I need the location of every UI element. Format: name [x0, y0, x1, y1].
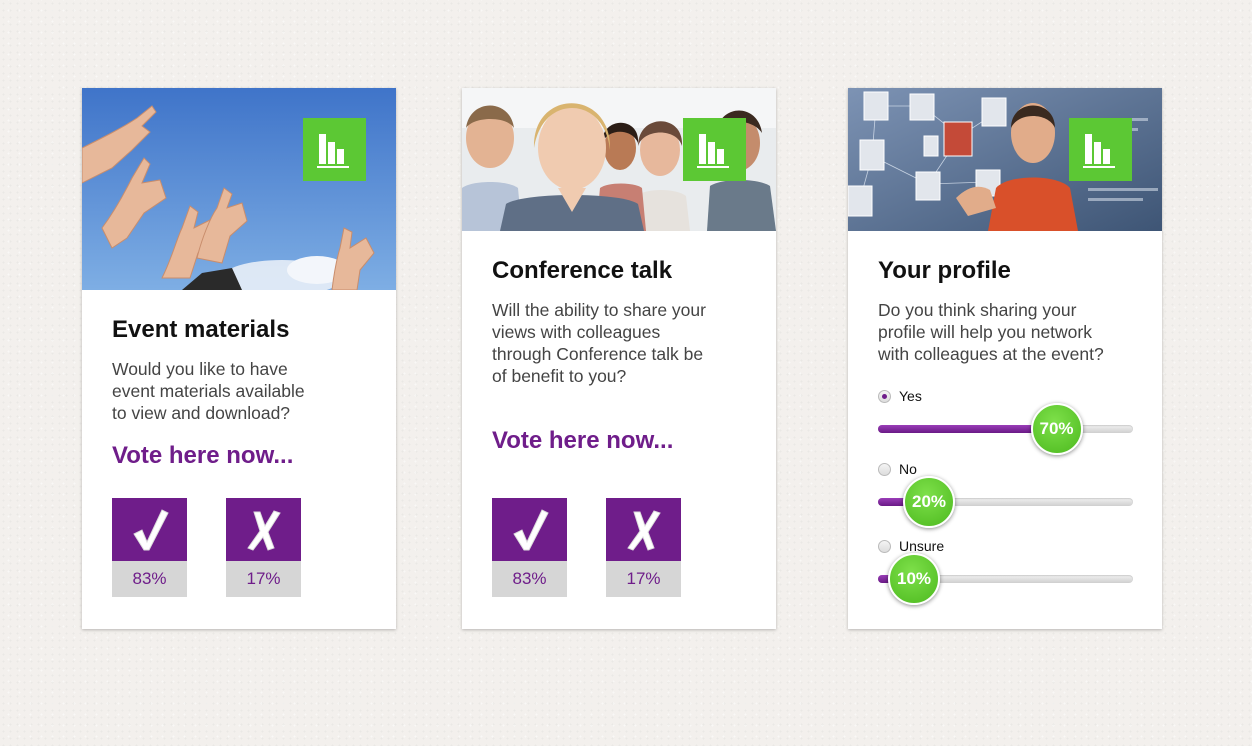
poll-results-button[interactable]: [303, 118, 366, 181]
vote-cta-heading: Vote here now...: [112, 442, 294, 469]
result-knob[interactable]: 70%: [1030, 403, 1083, 455]
hero-image-social-network: [848, 88, 1162, 231]
poll-card-your-profile: Your profile Do you think sharing your p…: [848, 88, 1162, 629]
card-title: Your profile: [878, 257, 1011, 284]
radio-yes[interactable]: [878, 390, 891, 403]
vote-no-button[interactable]: 17%: [226, 498, 301, 597]
option-label: No: [899, 461, 917, 477]
result-knob[interactable]: 20%: [903, 476, 955, 528]
vote-cta-heading: Vote here now...: [492, 427, 674, 454]
poll-question: Do you think sharing your profile will h…: [878, 300, 1104, 364]
cross-icon: [626, 509, 661, 551]
result-slider-yes[interactable]: 70%: [878, 403, 1133, 455]
bar-chart-icon: [317, 134, 349, 168]
hero-image-hands-sky: [82, 88, 396, 290]
vote-no-percentage: 17%: [606, 561, 681, 597]
result-slider-unsure[interactable]: 10%: [878, 553, 1133, 605]
vote-yes-percentage: 83%: [492, 561, 567, 597]
poll-card-event-materials: Event materials Would you like to have e…: [82, 88, 396, 629]
bar-chart-icon: [1083, 134, 1115, 168]
checkmark-icon: [512, 508, 549, 550]
result-knob[interactable]: 10%: [888, 553, 940, 605]
poll-question: Will the ability to share your views wit…: [492, 300, 706, 386]
vote-yes-percentage: 83%: [112, 561, 187, 597]
result-fill: [878, 425, 1057, 433]
poll-results-button[interactable]: [1069, 118, 1132, 181]
radio-unsure[interactable]: [878, 540, 891, 553]
option-label: Unsure: [899, 538, 945, 554]
option-label: Yes: [899, 388, 922, 404]
card-title: Conference talk: [492, 257, 673, 284]
cross-icon: [246, 509, 281, 551]
poll-question: Would you like to have event materials a…: [112, 359, 305, 423]
hero-image-group-people: [462, 88, 776, 231]
poll-results-button[interactable]: [683, 118, 746, 181]
poll-card-conference-talk: Conference talk Will the ability to shar…: [462, 88, 776, 629]
radio-no[interactable]: [878, 463, 891, 476]
vote-yes-button[interactable]: 83%: [492, 498, 567, 597]
vote-yes-button[interactable]: 83%: [112, 498, 187, 597]
result-slider-no[interactable]: 20%: [878, 476, 1133, 528]
bar-chart-icon: [697, 134, 729, 168]
vote-no-percentage: 17%: [226, 561, 301, 597]
card-title: Event materials: [112, 316, 290, 343]
vote-no-button[interactable]: 17%: [606, 498, 681, 597]
checkmark-icon: [132, 508, 169, 550]
